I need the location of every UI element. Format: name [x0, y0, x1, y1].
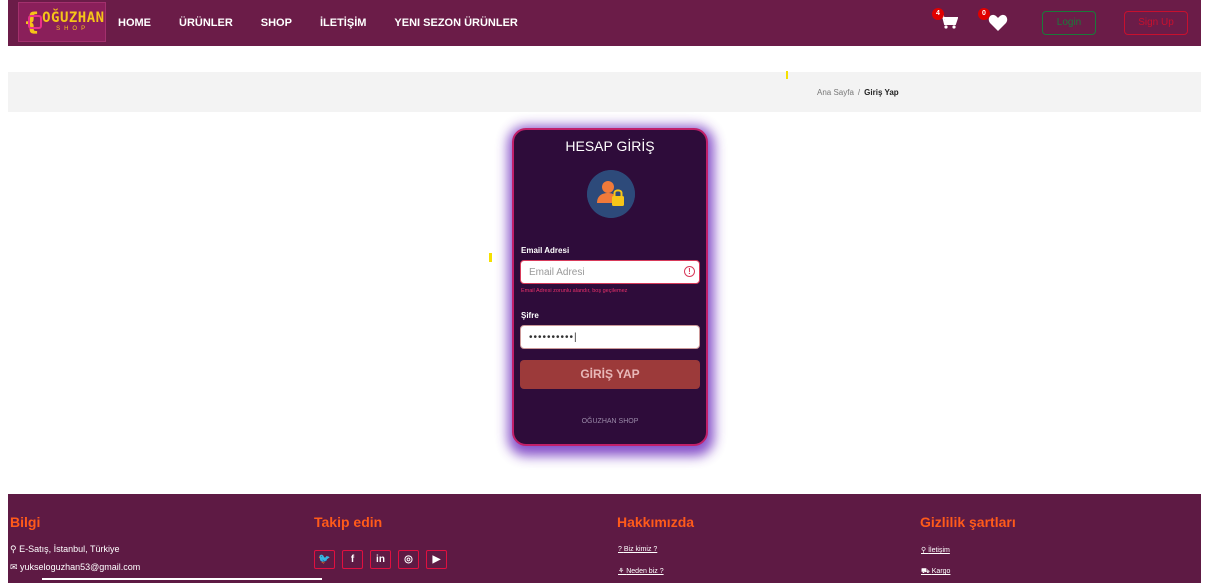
cursor-marker-2 [489, 253, 492, 262]
envelope-icon: ✉ [10, 562, 21, 572]
footer-address-text: E-Satış, İstanbul, Türkiye [19, 544, 120, 554]
nav-link-urunler[interactable]: ÜRÜNLER [179, 17, 233, 29]
footer-about-title: Hakkımızda [617, 514, 695, 530]
signup-button[interactable]: Sign Up [1124, 11, 1188, 35]
cursor-marker [786, 71, 788, 79]
breadcrumb-home[interactable]: Ana Sayfa [817, 88, 854, 97]
login-title: HESAP GİRİŞ [565, 138, 655, 154]
instagram-icon[interactable]: ◎ [398, 550, 419, 569]
top-navbar: { OĞUZHAN SHOP HOME ÜRÜNLER SHOP İLETİŞİ… [8, 0, 1201, 46]
user-lock-icon [587, 170, 635, 218]
footer-link-iletisim-text: İletişim [928, 547, 950, 554]
footer-email-text: yukseloguzhan53@gmail.com [20, 562, 141, 572]
map-marker-icon: ⚲ [10, 544, 20, 554]
password-label: Şifre [521, 311, 539, 320]
footer-link-biz-kimiz[interactable]: ? Biz kimiz ? [618, 546, 657, 553]
logo-hex-icon [28, 15, 42, 29]
site-footer: Bilgi ⚲ E-Satış, İstanbul, Türkiye ✉ yuk… [8, 494, 1201, 583]
logo-sub: SHOP [56, 26, 90, 32]
footer-link-neden-biz-text: Neden biz ? [626, 568, 664, 575]
nav-links: HOME ÜRÜNLER SHOP İLETİŞİM YENI SEZON ÜR… [118, 0, 546, 46]
footer-link-neden-biz[interactable]: ⚘ Neden biz ? [618, 567, 664, 575]
footer-link-kargo[interactable]: ⛟ Kargo [921, 567, 950, 576]
footer-link-kargo-text: Kargo [931, 568, 951, 575]
footer-privacy-title: Gizlilik şartları [920, 514, 1016, 530]
nav-link-home[interactable]: HOME [118, 17, 151, 29]
logo-text: OĞUZHAN SHOP [42, 11, 105, 33]
footer-info-title: Bilgi [10, 514, 41, 530]
footer-follow-title: Takip edin [314, 514, 383, 530]
youtube-icon[interactable]: ▶ [426, 550, 447, 569]
email-error-text: Email Adresi zorunlu alandır, boş geçile… [521, 288, 628, 294]
twitter-icon[interactable]: 🐦 [314, 550, 335, 569]
logo-word: OĞUZHAN [42, 10, 105, 26]
footer-email[interactable]: ✉ yukseloguzhan53@gmail.com [10, 562, 140, 573]
breadcrumb-bar [8, 72, 1201, 112]
submit-login-button[interactable]: GİRİŞ YAP [520, 360, 700, 389]
card-footer-text: OĞUZHAN SHOP [581, 418, 639, 425]
wishlist-count-badge: 0 [978, 8, 990, 20]
email-label: Email Adresi [521, 246, 570, 255]
login-card: HESAP GİRİŞ Email Adresi Email Adresi ! … [512, 128, 708, 446]
footer-bottom-line [42, 578, 322, 580]
cart-count-badge: 4 [932, 8, 944, 20]
facebook-icon[interactable]: f [342, 550, 363, 569]
password-field[interactable]: ••••••••••| [520, 325, 700, 349]
sitemap-icon: ⚘ [618, 568, 627, 575]
breadcrumb: Ana Sayfa / Giriş Yap [817, 88, 899, 97]
footer-link-biz-kimiz-text: Biz kimiz ? [623, 546, 658, 553]
footer-address: ⚲ E-Satış, İstanbul, Türkiye [10, 544, 119, 555]
email-field[interactable]: Email Adresi [520, 260, 700, 284]
heart-icon[interactable] [988, 14, 1008, 32]
breadcrumb-separator: / [857, 88, 861, 97]
nav-link-shop[interactable]: SHOP [261, 17, 292, 29]
footer-link-iletisim[interactable]: ⚲ İletişim [921, 546, 950, 554]
nav-link-iletisim[interactable]: İLETİŞİM [320, 17, 366, 29]
truck-icon: ⛟ [921, 568, 932, 575]
breadcrumb-current: Giriş Yap [864, 88, 899, 97]
page: { OĞUZHAN SHOP HOME ÜRÜNLER SHOP İLETİŞİ… [0, 0, 1205, 583]
error-icon: ! [684, 266, 695, 277]
linkedin-icon[interactable]: in [370, 550, 391, 569]
nav-link-yeni-sezon[interactable]: YENI SEZON ÜRÜNLER [394, 17, 517, 29]
brand-logo[interactable]: { OĞUZHAN SHOP [18, 2, 106, 42]
login-button[interactable]: Login [1042, 11, 1096, 35]
